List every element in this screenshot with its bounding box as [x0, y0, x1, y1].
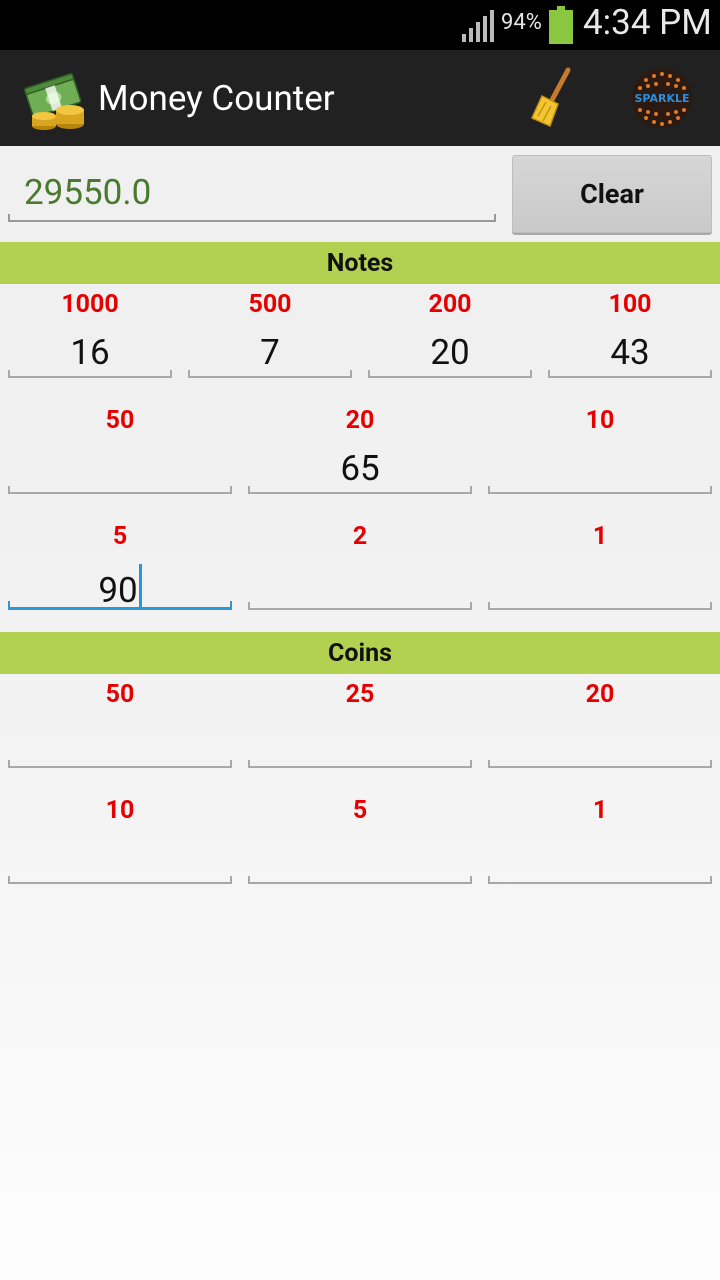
note-10-input[interactable] — [488, 434, 712, 494]
note-20-count: 65 — [340, 448, 380, 489]
denomination-label: 200 — [428, 290, 472, 319]
money-icon — [24, 73, 84, 130]
coin-10-input[interactable] — [8, 824, 232, 884]
denomination-label: 2 — [352, 522, 368, 551]
denomination-label: 20 — [585, 680, 615, 709]
note-1000-cell: 1000 16 — [0, 286, 180, 402]
note-5-count: 90 — [98, 570, 138, 611]
denomination-label: 20 — [345, 406, 375, 435]
denomination-label: 50 — [105, 680, 135, 709]
denomination-label: 25 — [345, 680, 375, 709]
note-200-input[interactable]: 20 — [368, 318, 532, 378]
coin-20-input[interactable] — [488, 708, 712, 768]
note-100-input[interactable]: 43 — [548, 318, 712, 378]
text-cursor — [138, 564, 142, 610]
battery-icon — [549, 6, 573, 44]
app-title: Money Counter — [98, 78, 335, 119]
denomination-label: 500 — [248, 290, 292, 319]
denomination-label: 100 — [608, 290, 652, 319]
coin-5-input[interactable] — [248, 824, 472, 884]
note-1000-input[interactable]: 16 — [8, 318, 172, 378]
sparkle-logo-icon[interactable]: SPARKLE — [628, 66, 696, 130]
note-5-count-wrap: 90 — [8, 564, 232, 611]
sparkle-logo-text: SPARKLE — [634, 92, 689, 105]
denomination-label: 10 — [105, 796, 135, 825]
note-200-count: 20 — [430, 332, 470, 373]
coin-25-cell: 25 — [240, 676, 480, 792]
note-50-input[interactable] — [8, 434, 232, 494]
note-100-count: 43 — [610, 332, 650, 373]
note-50-cell: 50 — [0, 402, 240, 518]
denomination-label: 50 — [105, 406, 135, 435]
note-500-cell: 500 7 — [180, 286, 360, 402]
denomination-label: 1000 — [61, 290, 119, 319]
coin-1-cell: 1 — [480, 792, 720, 908]
note-200-cell: 200 20 — [360, 286, 540, 402]
note-20-input[interactable]: 65 — [248, 434, 472, 494]
coin-50-cell: 50 — [0, 676, 240, 792]
note-1000-count: 16 — [70, 332, 110, 373]
note-20-cell: 20 65 — [240, 402, 480, 518]
note-500-input[interactable]: 7 — [188, 318, 352, 378]
denomination-label: 1 — [592, 796, 608, 825]
clear-button[interactable]: Clear — [512, 155, 712, 233]
note-500-count: 7 — [260, 332, 280, 373]
note-5-input[interactable]: 90 — [8, 550, 232, 611]
status-bar: 94% 4:34 PM — [0, 0, 720, 50]
denomination-label: 5 — [112, 522, 128, 551]
action-bar: Money Counter SPARKLE — [0, 50, 720, 146]
note-2-cell: 2 — [240, 518, 480, 634]
coin-20-cell: 20 — [480, 676, 720, 792]
note-1-input[interactable] — [488, 550, 712, 610]
denomination-label: 5 — [352, 796, 368, 825]
broom-icon[interactable] — [528, 66, 576, 130]
coin-25-input[interactable] — [248, 708, 472, 768]
coin-5-cell: 5 — [240, 792, 480, 908]
battery-percentage: 94% — [501, 10, 542, 35]
total-value: 29550.0 — [24, 172, 152, 213]
note-5-cell: 5 90 — [0, 518, 240, 634]
coins-header: Coins — [0, 632, 720, 674]
denomination-label: 10 — [585, 406, 615, 435]
note-10-cell: 10 — [480, 402, 720, 518]
denomination-label: 1 — [592, 522, 608, 551]
coin-10-cell: 10 — [0, 792, 240, 908]
notes-header: Notes — [0, 242, 720, 284]
total-field[interactable]: 29550.0 — [8, 160, 496, 222]
clock: 4:34 PM — [583, 2, 712, 43]
coin-1-input[interactable] — [488, 824, 712, 884]
coin-50-input[interactable] — [8, 708, 232, 768]
note-1-cell: 1 — [480, 518, 720, 634]
note-100-cell: 100 43 — [540, 286, 720, 402]
signal-icon — [462, 10, 494, 42]
note-2-input[interactable] — [248, 550, 472, 610]
